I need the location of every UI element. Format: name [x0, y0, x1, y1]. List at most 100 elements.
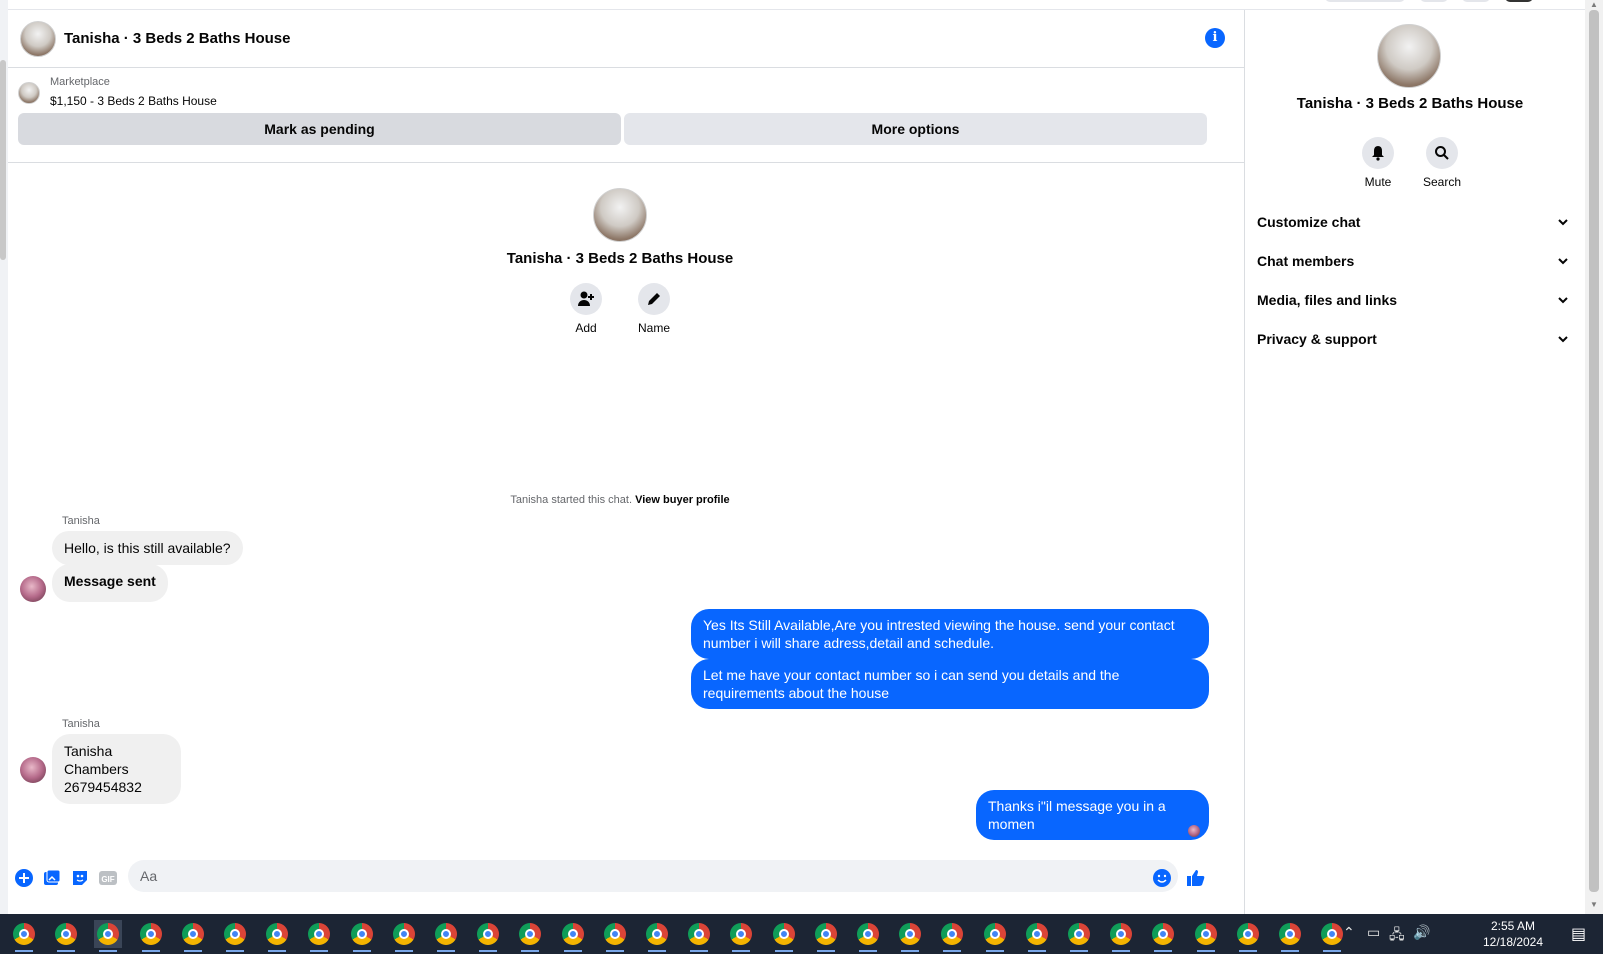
sticker-icon[interactable] — [70, 868, 90, 888]
chrome-icon[interactable] — [643, 920, 671, 952]
message-bubble-incoming[interactable]: Hello, is this still available? — [52, 531, 243, 565]
plus-icon[interactable] — [14, 868, 34, 888]
section-privacy-support[interactable]: Privacy & support — [1257, 319, 1569, 358]
chrome-icon[interactable] — [305, 920, 333, 952]
add-person-icon[interactable] — [570, 283, 602, 315]
chrome-icon[interactable] — [10, 920, 38, 952]
message-bubble-incoming[interactable]: Tanisha Chambers 2679454832 — [52, 734, 181, 804]
chrome-logo — [983, 923, 1006, 945]
chrome-icon[interactable] — [348, 920, 376, 952]
meet-now-icon[interactable]: ▭ — [1367, 924, 1380, 941]
chrome-icon[interactable] — [559, 920, 587, 952]
chrome-icon[interactable] — [474, 920, 502, 952]
chrome-icon[interactable] — [179, 920, 207, 952]
conversation-avatar[interactable] — [20, 20, 56, 57]
chrome-icon[interactable] — [685, 920, 713, 952]
scrollbar-thumb[interactable] — [1589, 10, 1599, 892]
chrome-icon[interactable] — [727, 920, 755, 952]
chrome-icon[interactable] — [938, 920, 966, 952]
listing-title[interactable]: $1,150 - 3 Beds 2 Baths House — [50, 94, 217, 108]
chrome-logo — [1236, 923, 1259, 945]
chrome-icon[interactable] — [770, 920, 798, 952]
sender-avatar[interactable] — [20, 757, 46, 783]
chrome-icon[interactable] — [1318, 920, 1346, 952]
chrome-icon[interactable] — [52, 920, 80, 952]
photo-icon[interactable] — [42, 868, 62, 888]
mark-as-pending-button[interactable]: Mark as pending — [18, 113, 621, 145]
chrome-icon[interactable] — [94, 920, 123, 952]
chrome-icon[interactable] — [812, 920, 840, 952]
message-bubble-incoming[interactable]: Message sent — [52, 564, 168, 602]
message-bubble-outgoing[interactable]: Yes Its Still Available,Are you intreste… — [691, 609, 1209, 659]
page-scrollbar[interactable]: ▲ ▼ — [1585, 0, 1603, 914]
chrome-icon[interactable] — [854, 920, 882, 952]
message-bubble-outgoing[interactable]: Let me have your contact number so i can… — [691, 659, 1209, 709]
top-toolbar-pill[interactable] — [1325, 0, 1405, 2]
section-media-files-links[interactable]: Media, files and links — [1257, 280, 1569, 319]
section-label: Chat members — [1257, 252, 1355, 269]
chrome-icon[interactable] — [432, 920, 460, 952]
chrome-icon[interactable] — [1023, 920, 1051, 952]
left-scrollbar[interactable] — [0, 60, 6, 260]
scroll-up-arrow-icon[interactable]: ▲ — [1590, 0, 1598, 9]
chat-title[interactable]: Tanisha · 3 Beds 2 Baths House — [64, 30, 290, 47]
gif-icon[interactable]: GIF — [98, 868, 118, 888]
message-input[interactable] — [128, 860, 1178, 892]
scroll-down-arrow-icon[interactable]: ▼ — [1590, 900, 1598, 909]
add-people-button[interactable]: Add — [566, 283, 606, 335]
chrome-icon[interactable] — [390, 920, 418, 952]
volume-icon[interactable]: 🔊 — [1413, 924, 1430, 941]
listing-thumbnail[interactable] — [18, 82, 40, 104]
notification-center-icon[interactable]: ▤ — [1571, 924, 1586, 944]
search-icon[interactable] — [1426, 137, 1458, 169]
chrome-icon[interactable] — [263, 920, 291, 952]
running-indicator — [563, 950, 582, 952]
chrome-icon[interactable] — [896, 920, 924, 952]
clock-time: 2:55 AM — [1490, 919, 1536, 933]
chrome-logo — [603, 923, 626, 945]
message-bubble-outgoing[interactable]: Thanks i"il message you in a momen — [976, 790, 1209, 840]
tray-overflow-icon[interactable]: ⌃ — [1343, 924, 1355, 941]
chrome-icon[interactable] — [1234, 920, 1262, 952]
running-indicator — [605, 950, 624, 952]
chrome-icon[interactable] — [516, 920, 544, 952]
thumbs-up-icon[interactable] — [1186, 868, 1206, 888]
section-label: Customize chat — [1257, 213, 1361, 230]
chrome-icon[interactable] — [137, 920, 165, 952]
details-avatar[interactable] — [1377, 24, 1441, 88]
top-toolbar-icon[interactable] — [1420, 0, 1448, 2]
chevron-down-icon — [1558, 257, 1568, 264]
top-toolbar-icon[interactable] — [1462, 0, 1490, 2]
chrome-icon[interactable] — [1192, 920, 1220, 952]
chrome-icon[interactable] — [221, 920, 249, 952]
chrome-logo — [435, 923, 457, 945]
name-label: Name — [637, 321, 670, 335]
taskbar-clock[interactable]: 2:55 AM 12/18/2024 — [1473, 918, 1553, 950]
chrome-icon[interactable] — [1065, 920, 1093, 952]
section-label: Media, files and links — [1257, 291, 1398, 308]
chrome-icon[interactable] — [1149, 920, 1177, 952]
running-indicator — [479, 950, 498, 952]
profile-avatar[interactable] — [1505, 0, 1533, 2]
network-icon[interactable]: 🖧 — [1389, 924, 1405, 948]
section-chat-members[interactable]: Chat members — [1257, 241, 1569, 280]
pencil-icon[interactable] — [638, 283, 670, 315]
add-label: Add — [575, 321, 597, 335]
chrome-icon[interactable] — [1107, 920, 1135, 952]
chrome-icon[interactable] — [601, 920, 629, 952]
emoji-icon[interactable] — [1152, 868, 1172, 888]
chrome-icon[interactable] — [1276, 920, 1304, 952]
edit-name-button[interactable]: Name — [634, 283, 674, 335]
svg-text:GIF: GIF — [101, 875, 114, 884]
sender-avatar[interactable] — [20, 576, 46, 602]
info-icon[interactable]: i — [1205, 28, 1225, 48]
section-customize-chat[interactable]: Customize chat — [1257, 202, 1569, 241]
chrome-logo — [224, 923, 246, 945]
search-button[interactable]: Search — [1423, 137, 1461, 189]
chrome-icon[interactable] — [981, 920, 1009, 952]
chrome-logo — [814, 923, 837, 945]
view-buyer-profile-link[interactable]: View buyer profile — [635, 494, 730, 506]
more-options-button[interactable]: More options — [624, 113, 1207, 145]
bell-icon[interactable] — [1362, 137, 1394, 169]
mute-button[interactable]: Mute — [1361, 137, 1395, 189]
